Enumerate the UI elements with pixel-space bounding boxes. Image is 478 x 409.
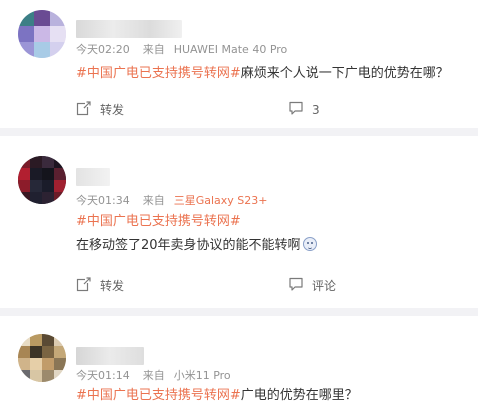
source-device[interactable]: HUAWEI Mate 40 Pro — [174, 43, 288, 56]
post-text: 广电的优势在哪里？ — [240, 388, 358, 403]
username[interactable] — [76, 347, 144, 365]
divider — [0, 308, 478, 316]
topic-link[interactable]: #中国广电已支持携号转网# — [76, 66, 241, 81]
post-content: 在移动签了20年卖身协议的能不能转啊 — [76, 237, 317, 255]
crying-face-icon — [302, 237, 317, 251]
post-3: 今天01:14 来自 小米11 Pro #中国广电已支持携号转网#广电的优势在哪… — [0, 316, 478, 409]
timestamp: 今天02:20 — [76, 43, 130, 56]
source-prefix: 来自 — [142, 369, 165, 382]
comment-label: 评论 — [312, 279, 337, 293]
post-topic: #中国广电已支持携号转网# — [76, 213, 241, 231]
avatar[interactable] — [18, 156, 66, 204]
post-1: 今天02:20 来自 HUAWEI Mate 40 Pro #中国广电已支持携号… — [0, 0, 478, 128]
topic-link[interactable]: #中国广电已支持携号转网# — [76, 214, 241, 229]
post-2: 今天01:34 来自 三星Galaxy S23+ #中国广电已支持携号转网# 在… — [0, 136, 478, 308]
post-meta: 今天01:14 来自 小米11 Pro — [76, 369, 231, 383]
timestamp: 今天01:14 — [76, 369, 130, 382]
comment-button[interactable]: 评论 — [288, 276, 336, 296]
comment-count: 3 — [312, 103, 320, 117]
topic-link[interactable]: #中国广电已支持携号转网# — [76, 388, 241, 403]
comment-button[interactable]: 3 — [288, 100, 320, 120]
post-content: #中国广电已支持携号转网#广电的优势在哪里？ — [76, 387, 358, 405]
post-text: 在移动签了20年卖身协议的能不能转啊 — [76, 238, 301, 253]
avatar[interactable] — [18, 10, 66, 58]
repost-button[interactable]: 转发 — [76, 276, 124, 296]
timestamp: 今天01:34 — [76, 194, 130, 207]
post-content: #中国广电已支持携号转网#麻烦来个人说一下广电的优势在哪？ — [76, 65, 449, 83]
post-meta: 今天01:34 来自 三星Galaxy S23+ — [76, 194, 267, 208]
post-meta: 今天02:20 来自 HUAWEI Mate 40 Pro — [76, 43, 287, 57]
username[interactable] — [76, 20, 182, 38]
repost-label: 转发 — [100, 279, 125, 293]
comment-icon — [288, 100, 304, 120]
divider — [0, 128, 478, 136]
source-prefix: 来自 — [142, 194, 165, 207]
repost-button[interactable]: 转发 — [76, 100, 124, 120]
source-prefix: 来自 — [142, 43, 165, 56]
source-device[interactable]: 小米11 Pro — [174, 369, 231, 382]
repost-label: 转发 — [100, 103, 125, 117]
source-device[interactable]: 三星Galaxy S23+ — [174, 194, 268, 207]
avatar[interactable] — [18, 334, 66, 382]
post-text: 麻烦来个人说一下广电的优势在哪？ — [240, 66, 449, 81]
repost-icon — [76, 276, 92, 296]
username[interactable] — [76, 168, 110, 186]
repost-icon — [76, 100, 92, 120]
comment-icon — [288, 276, 304, 296]
